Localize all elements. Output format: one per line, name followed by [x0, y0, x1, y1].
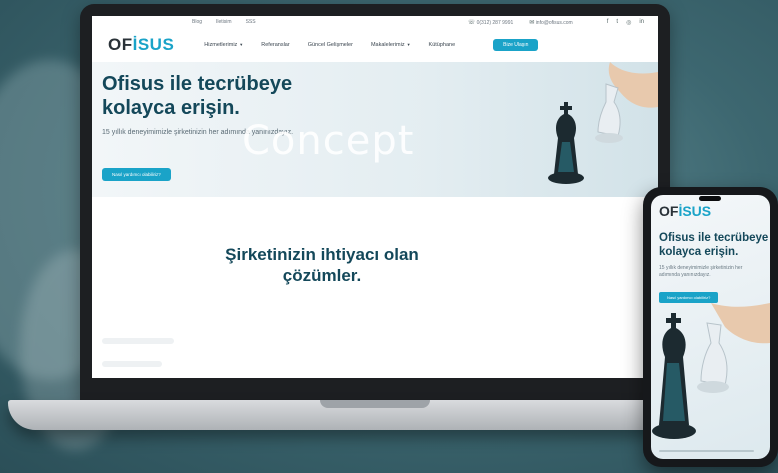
facebook-icon[interactable]: f [607, 19, 609, 26]
phone-hero-title-line: kolayca erişin. [659, 246, 739, 258]
hero-cta-button[interactable]: Nasıl yardımcı olabiliriz? [102, 168, 171, 181]
topbar-link-blog[interactable]: Blog [192, 19, 202, 25]
solutions-heading-line: çözümler. [282, 266, 362, 285]
mail-icon: ✉ [529, 19, 535, 26]
king-base [652, 423, 696, 439]
hand-shape [608, 62, 658, 108]
linkedin-icon[interactable]: in [639, 19, 644, 26]
phone-icon: ☏ [467, 19, 476, 26]
phone-hero-title: Ofisus ile tecrübeye kolayca erişin. [659, 231, 769, 259]
ofisus-logo[interactable]: OFİSUS [108, 35, 174, 55]
email-contact[interactable]: ✉ info@ofisus.com [529, 19, 572, 26]
nav-item-services[interactable]: Hizmetlerimiz ▼ [204, 42, 243, 48]
phone-number: 0(312) 287 9991 [476, 19, 514, 26]
hero-title-line: Ofisus ile tecrübeye [102, 73, 293, 95]
phone-hero-subtitle: 15 yıllık deneyimimizle şirketinizin her… [659, 265, 743, 278]
nav-label: Hizmetlerimiz [204, 42, 238, 48]
placeholder-line [102, 361, 162, 367]
hero-title-line: kolayca erişin. [102, 97, 240, 119]
twitter-icon[interactable]: t [616, 19, 618, 26]
nav-item-news[interactable]: Güncel Gelişmeler [308, 42, 353, 48]
phone-camera-notch [699, 196, 721, 201]
laptop-screen: Blog Iletisim SSS ☏ 0(312) 287 9991 ✉ in… [92, 16, 658, 378]
white-piece-icon [597, 83, 621, 137]
laptop-trackpad-notch [320, 400, 430, 408]
concept-watermark: Concept [242, 118, 415, 164]
phone-hero-cta-button[interactable]: Nasıl yardımcı olabiliriz? [659, 292, 719, 303]
white-piece-base [595, 133, 623, 143]
email-address: info@ofisus.com [535, 19, 573, 26]
contact-us-button[interactable]: Bize Ulaşın [493, 39, 539, 51]
utility-bar: Blog Iletisim SSS ☏ 0(312) 287 9991 ✉ in… [92, 16, 658, 28]
logo-prefix: OF [108, 35, 133, 54]
instagram-icon[interactable]: ◎ [626, 19, 631, 26]
placeholder-line [102, 338, 174, 344]
solutions-heading: Şirketinizin ihtiyacı olan çözümler. [192, 244, 452, 286]
nav-item-references[interactable]: Referanslar [261, 42, 289, 48]
phone-chess-illustration [652, 303, 770, 439]
solutions-heading-line: Şirketinizin ihtiyacı olan [225, 245, 419, 264]
logo-accent: İSUS [132, 35, 175, 54]
chess-illustration [548, 62, 658, 184]
nav-label: Makalelerimiz [370, 42, 405, 48]
chevron-down-icon: ▼ [406, 42, 411, 47]
hero-title: Ofisus ile tecrübeye kolayca erişin. [102, 72, 362, 120]
phone-screen: OFİSUS Ofisus ile tecrübeye kolayca eriş… [651, 195, 770, 459]
phone-ofisus-logo[interactable]: OFİSUS [659, 203, 711, 219]
phone-hero-title-line: Ofisus ile tecrübeye [659, 232, 769, 244]
chevron-down-icon: ▼ [239, 42, 244, 47]
topbar-link-faq[interactable]: SSS [246, 19, 256, 25]
logo-accent: İSUS [678, 203, 712, 219]
logo-prefix: OF [659, 203, 679, 219]
white-piece-icon [700, 322, 728, 386]
phone-contact[interactable]: ☏ 0(312) 287 9991 [468, 19, 514, 26]
white-piece-base [697, 381, 729, 393]
nav-item-library[interactable]: Kütüphane [429, 42, 456, 48]
king-base [548, 172, 584, 184]
topbar-link-contact[interactable]: Iletisim [216, 19, 232, 25]
phone-home-indicator [659, 450, 754, 452]
main-nav: OFİSUS Hizmetlerimiz ▼ Referanslar Güncel… [92, 28, 658, 62]
nav-item-articles[interactable]: Makalelerimiz ▼ [371, 42, 411, 48]
